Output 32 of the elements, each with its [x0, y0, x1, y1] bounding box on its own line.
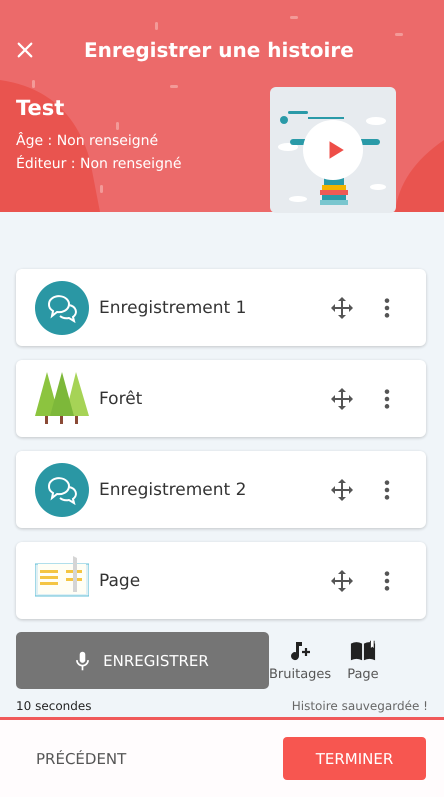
close-icon[interactable]	[16, 41, 34, 59]
sound-effects-button[interactable]: Bruitages	[269, 639, 332, 682]
chat-bubbles-icon	[35, 280, 89, 334]
list-item-card[interactable]: Forêt	[16, 360, 426, 437]
book-icon	[350, 639, 376, 663]
screen-title: Enregistrer une histoire	[84, 38, 354, 62]
item-label: Forêt	[99, 388, 144, 408]
move-handle-icon[interactable]	[330, 386, 354, 410]
microphone-icon	[76, 650, 90, 670]
more-options-icon[interactable]	[384, 296, 390, 318]
previous-button[interactable]: PRÉCÉDENT	[36, 750, 126, 768]
list-item-card[interactable]: Page	[16, 542, 426, 619]
more-options-icon[interactable]	[384, 570, 390, 592]
item-label: Page	[99, 570, 142, 590]
item-label: Enregistrement 2	[99, 480, 248, 500]
record-button[interactable]: ENREGISTRER	[16, 632, 269, 689]
move-handle-icon[interactable]	[330, 568, 354, 592]
chat-bubbles-icon	[35, 462, 89, 516]
more-options-icon[interactable]	[384, 388, 390, 410]
save-status: Histoire sauvegardée !	[292, 699, 428, 713]
age-label: Âge : Non renseigné	[16, 131, 160, 151]
page-button[interactable]: Page	[347, 639, 379, 682]
recording-duration: 10 secondes	[16, 699, 92, 713]
move-handle-icon[interactable]	[330, 296, 354, 320]
list-item-card[interactable]: Enregistrement 1	[16, 269, 426, 346]
item-label: Enregistrement 1	[99, 298, 248, 318]
trees-icon	[35, 372, 89, 426]
story-title: Test	[16, 96, 66, 120]
move-handle-icon[interactable]	[330, 478, 354, 502]
publisher-label: Éditeur : Non renseigné	[16, 154, 182, 174]
more-options-icon[interactable]	[384, 478, 390, 500]
list-item-card[interactable]: Enregistrement 2	[16, 451, 426, 528]
